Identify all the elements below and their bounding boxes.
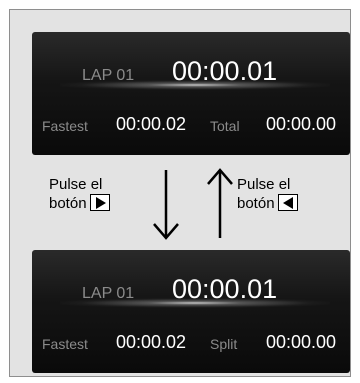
instruction-line2-wrap: botón	[237, 194, 298, 213]
lap-label: LAP 01	[82, 67, 135, 84]
instruction-press-right: Pulse el botón	[49, 175, 110, 213]
instruction-line2-wrap: botón	[49, 194, 110, 213]
total-label: Total	[210, 118, 240, 134]
lap-label: LAP 01	[82, 285, 135, 302]
display-split-mode: LAP 01 00:00.01 Fastest 00:00.02 Split 0…	[32, 250, 350, 373]
total-value: 00:00.00	[266, 114, 337, 134]
fastest-value: 00:00.02	[116, 114, 187, 134]
instruction-press-left: Pulse el botón	[237, 175, 298, 213]
fastest-value: 00:00.02	[116, 332, 187, 352]
instruction-line2: botón	[237, 195, 275, 212]
fastest-label: Fastest	[42, 336, 88, 352]
up-arrow-icon	[207, 168, 233, 238]
instruction-line2: botón	[49, 195, 87, 212]
lap-time: 00:00.01	[172, 274, 278, 304]
play-right-triangle-icon	[89, 194, 110, 211]
down-arrow-icon	[153, 170, 179, 240]
split-label: Split	[210, 336, 238, 352]
instruction-line1: Pulse el	[49, 176, 103, 193]
display-total-mode: LAP 01 00:00.01 Fastest 00:00.02 Total 0…	[32, 32, 350, 155]
instruction-line1: Pulse el	[237, 176, 291, 193]
play-left-triangle-icon	[277, 194, 298, 211]
fastest-label: Fastest	[42, 118, 88, 134]
split-value: 00:00.00	[266, 332, 337, 352]
lap-time: 00:00.01	[172, 56, 278, 86]
